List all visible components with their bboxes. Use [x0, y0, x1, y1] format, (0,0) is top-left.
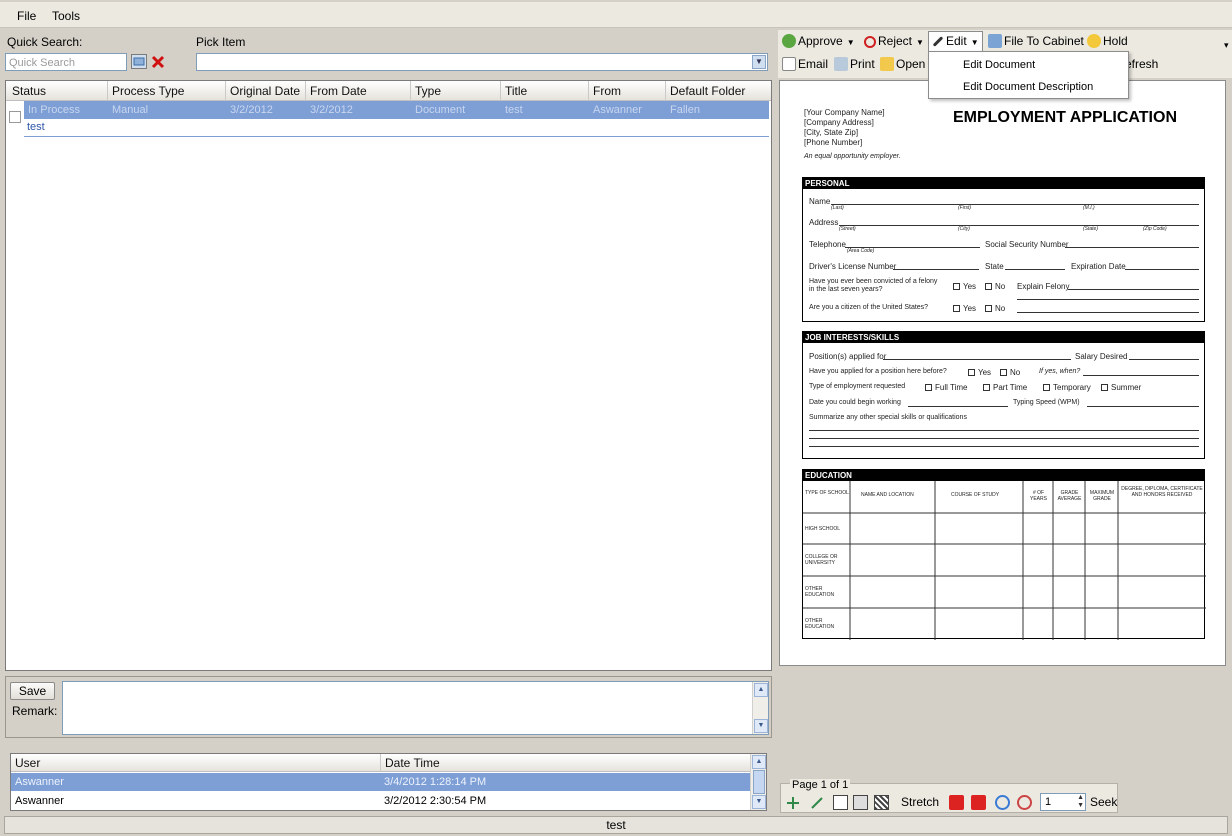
cell-status: In Process	[28, 104, 80, 116]
col-default-folder[interactable]: Default Folder	[666, 81, 770, 101]
approve-button[interactable]: Approve ▼	[782, 32, 855, 52]
cell-type: Document	[415, 104, 466, 116]
cell-from: Aswanner	[593, 104, 642, 116]
rotate-left-icon[interactable]	[949, 795, 964, 810]
overflow-chevron-icon[interactable]: ▾	[1224, 40, 1229, 51]
pager-toolbar: Page 1 of 1 Stretch 1 ▲ ▼ Seek	[780, 779, 1118, 813]
doc-job-section: JOB INTERESTS/SKILLS Position(s) applied…	[802, 331, 1205, 459]
col-original-date[interactable]: Original Date	[226, 81, 306, 101]
previous-page-icon[interactable]	[995, 795, 1010, 810]
cell-process-type: Manual	[112, 104, 149, 116]
col-status[interactable]: Status	[8, 81, 108, 101]
history-scrollbar[interactable]: ▲ ▼	[750, 754, 766, 810]
col-date-time[interactable]: Date Time	[381, 754, 751, 772]
file-to-cabinet-button[interactable]: File To Cabinet	[988, 32, 1084, 52]
menu-bar: File Tools	[0, 2, 1232, 28]
history-header: User Date Time	[11, 754, 766, 772]
pick-item-label: Pick Item	[196, 35, 246, 49]
table-row[interactable]: Aswanner 3/2/2012 2:30:54 PM	[11, 792, 750, 810]
sub-row-title[interactable]: test	[27, 121, 45, 133]
print-icon	[834, 57, 848, 71]
col-user[interactable]: User	[11, 754, 381, 772]
remark-label: Remark:	[12, 704, 58, 718]
pick-item-select[interactable]: ▼	[196, 53, 768, 71]
doc-company: [Your Company Name]	[804, 108, 885, 117]
chevron-down-icon[interactable]: ▼	[752, 55, 766, 69]
menu-file[interactable]: File	[17, 9, 36, 23]
remark-scrollbar[interactable]: ▲ ▼	[752, 682, 768, 734]
cabinet-icon	[988, 34, 1002, 48]
email-icon	[782, 57, 796, 71]
row-expand-checkbox[interactable]	[9, 111, 21, 123]
chevron-down-icon: ▼	[846, 38, 855, 47]
history-user: Aswanner	[15, 776, 64, 788]
menu-item-edit-document-description[interactable]: Edit Document Description	[963, 81, 1093, 93]
menu-item-edit-document[interactable]: Edit Document	[963, 59, 1035, 71]
history-time: 3/4/2012 1:28:14 PM	[384, 776, 487, 788]
doc-personal-section: PERSONAL Name (Last) (First) (M.I.) Addr…	[802, 177, 1205, 322]
open-button[interactable]: Open	[880, 55, 925, 75]
clear-search-icon[interactable]	[150, 54, 166, 70]
quick-search-label: Quick Search:	[7, 35, 83, 49]
page-indicator: Page 1 of 1	[790, 779, 851, 791]
history-grid: User Date Time Aswanner 3/4/2012 1:28:14…	[10, 753, 767, 811]
next-page-icon[interactable]	[1017, 795, 1032, 810]
doc-city: [City, State Zip]	[804, 128, 859, 137]
grid-header: Status Process Type Original Date From D…	[6, 81, 771, 101]
reject-icon	[864, 36, 876, 48]
doc-address: [Company Address]	[804, 118, 874, 127]
work-items-grid: Status Process Type Original Date From D…	[5, 80, 772, 671]
folder-icon	[880, 57, 894, 71]
history-user: Aswanner	[15, 795, 64, 807]
edit-button[interactable]: Edit ▼	[928, 31, 983, 52]
scroll-thumb[interactable]	[753, 770, 765, 794]
hold-icon	[1087, 34, 1101, 48]
col-type[interactable]: Type	[411, 81, 501, 101]
edit-dropdown-menu: Edit Document Edit Document Description	[928, 51, 1129, 99]
stepper-arrows-icon: ▲ ▼	[1077, 794, 1084, 809]
print-button[interactable]: Print	[834, 55, 875, 75]
stretch-label[interactable]: Stretch	[901, 795, 939, 809]
history-time: 3/2/2012 2:30:54 PM	[384, 795, 487, 807]
zoom-out-icon[interactable]	[809, 795, 825, 811]
email-button[interactable]: Email	[782, 55, 828, 75]
search-icon[interactable]	[131, 54, 147, 69]
cell-original-date: 3/2/2012	[230, 104, 273, 116]
doc-title: EMPLOYMENT APPLICATION	[953, 109, 1177, 126]
rotate-right-icon[interactable]	[971, 795, 986, 810]
sub-row-divider	[24, 136, 769, 137]
col-from[interactable]: From	[589, 81, 666, 101]
chevron-down-icon: ▼	[916, 38, 924, 47]
approve-icon	[782, 34, 796, 48]
quick-search-input[interactable]: Quick Search	[5, 53, 127, 71]
menu-tools[interactable]: Tools	[52, 9, 80, 23]
zoom-in-icon[interactable]	[785, 795, 801, 811]
cell-default-folder: Fallen	[670, 104, 700, 116]
chevron-down-icon: ▼	[970, 38, 979, 47]
doc-eeo: An equal opportunity employer.	[804, 153, 901, 160]
pencil-icon	[932, 36, 944, 47]
fit-page-icon[interactable]	[833, 795, 848, 810]
fit-width-icon[interactable]	[853, 795, 868, 810]
remark-textarea[interactable]: ▲ ▼	[62, 681, 769, 735]
cell-from-date: 3/2/2012	[310, 104, 353, 116]
reject-button[interactable]: Reject ▼	[864, 32, 924, 52]
page-number-stepper[interactable]: 1 ▲ ▼	[1040, 793, 1086, 811]
doc-phone: [Phone Number]	[804, 138, 863, 147]
save-button[interactable]: Save	[10, 682, 55, 700]
col-title[interactable]: Title	[501, 81, 589, 101]
document-preview[interactable]: [Your Company Name] [Company Address] [C…	[779, 80, 1226, 666]
col-process-type[interactable]: Process Type	[108, 81, 226, 101]
seek-button[interactable]: Seek	[1090, 795, 1117, 809]
doc-education-section: EDUCATION TYPE OF SCHOOL NAME AND LOCATI…	[802, 469, 1206, 640]
quick-search-placeholder: Quick Search	[9, 57, 76, 69]
actual-size-icon[interactable]	[874, 795, 889, 810]
col-from-date[interactable]: From Date	[306, 81, 411, 101]
status-bar: test	[4, 816, 1228, 834]
refresh-button[interactable]: efresh	[1125, 55, 1158, 75]
remark-panel: Save Remark: ▲ ▼	[5, 676, 772, 738]
hold-button[interactable]: Hold	[1087, 32, 1128, 52]
table-row[interactable]: Aswanner 3/4/2012 1:28:14 PM	[11, 773, 750, 791]
cell-title: test	[505, 104, 523, 116]
